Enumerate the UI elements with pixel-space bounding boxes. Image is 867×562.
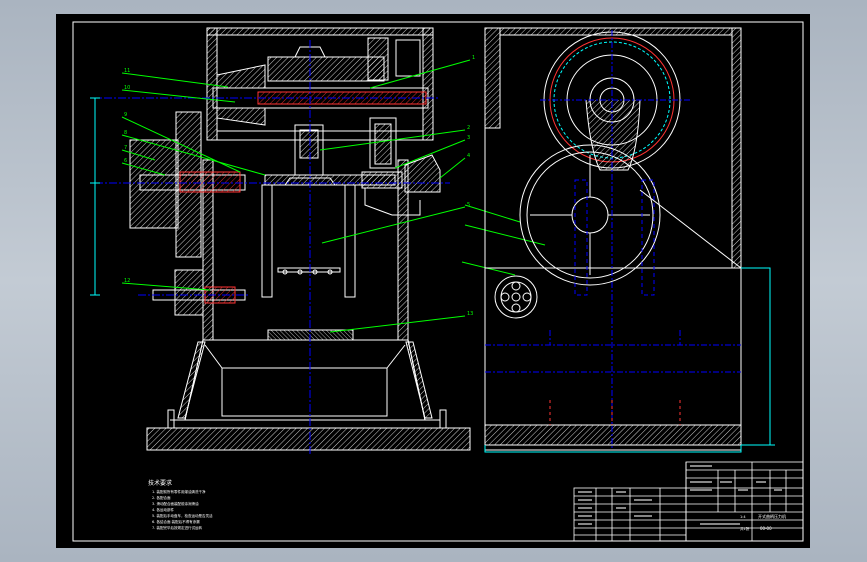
svg-text:13: 13 [467, 311, 473, 317]
guide-left [261, 184, 273, 298]
svg-text:12: 12 [124, 278, 130, 284]
note-4: 4. 各运动部件 [152, 507, 174, 512]
note-5: 5. 装配后手动盘车，检查运动是否灵活 [152, 513, 213, 518]
note-3: 3. 滑动配合面装配前涂润滑油 [152, 501, 199, 506]
dimension-side [484, 267, 775, 453]
hidden-lines-side [549, 400, 681, 425]
notes-heading: 技术要求 [148, 479, 172, 487]
motor-pulley [174, 269, 204, 316]
technical-notes: 技术要求 1. 装配前所有零件用煤油清洗干净 2. 各配合面 3. 滑动配合面装… [148, 479, 213, 530]
front-section-view [129, 27, 471, 451]
svg-text:10: 10 [124, 85, 130, 91]
svg-text:8: 8 [124, 130, 127, 136]
title-block-drawing-no: 00-00 [760, 526, 772, 531]
svg-text:1: 1 [472, 55, 475, 61]
clutch [129, 139, 179, 229]
base-plate [146, 427, 471, 451]
svg-text:5: 5 [467, 202, 470, 208]
title-block-scale: 1:4 [740, 515, 746, 519]
note-2: 2. 各配合面 [152, 495, 171, 500]
cad-drawing: 11 10 9 8 7 6 12 1 2 3 4 5 13 技术要求 1. 装配前所有零件用… [72, 21, 804, 542]
svg-text:11: 11 [124, 68, 130, 74]
brake [404, 154, 441, 193]
svg-text:9: 9 [124, 112, 127, 118]
note-6: 6. 各结合面 装配后不得有渗漏 [152, 519, 200, 524]
svg-text:7: 7 [124, 145, 127, 151]
title-block-sheet: 共1张 [740, 526, 750, 531]
svg-text:4: 4 [467, 153, 470, 159]
dimension-front [90, 97, 100, 296]
guide-right [344, 184, 356, 298]
note-7: 7. 装配完毕后按规定进行试运转 [152, 525, 202, 530]
note-1: 1. 装配前所有零件用煤油清洗干净 [152, 489, 206, 494]
svg-text:3: 3 [467, 135, 470, 141]
svg-text:6: 6 [124, 158, 127, 164]
svg-text:2: 2 [467, 125, 470, 131]
side-view [484, 27, 742, 451]
base-opening [221, 367, 388, 417]
gear [267, 56, 385, 82]
title-block-title: 开式曲柄压力机 [758, 513, 786, 519]
